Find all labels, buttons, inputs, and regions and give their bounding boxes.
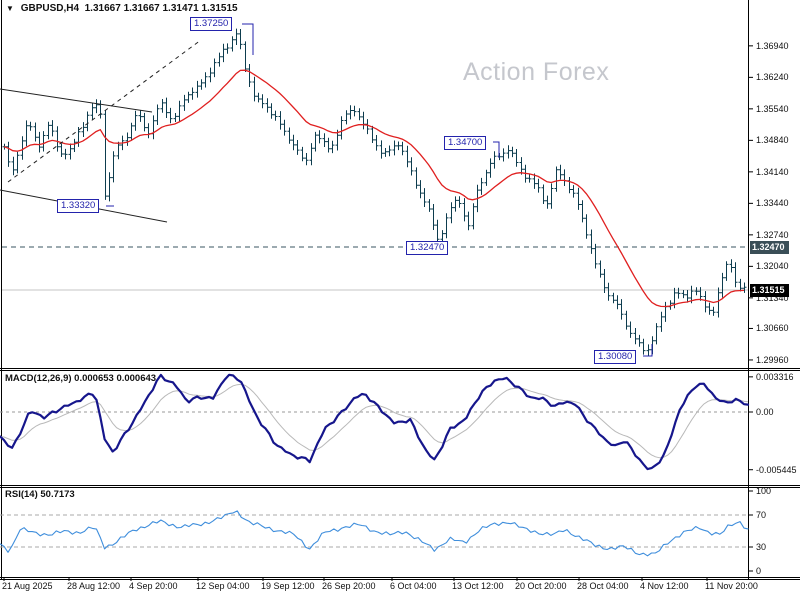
time-axis-label: 4 Nov 12:00 [640, 581, 689, 591]
time-axis-label: 26 Sep 20:00 [322, 581, 376, 591]
quote-open: 1.31667 [85, 3, 121, 14]
price-tag-connector [493, 142, 499, 158]
price-axis-label: 1.33440 [756, 198, 789, 208]
price-axis-label: 1.35540 [756, 104, 789, 114]
price-tag[interactable]: 1.30080 [594, 350, 636, 364]
macd-value: 0.000653 [74, 373, 114, 384]
price-tag[interactable]: 1.32470 [406, 241, 448, 255]
macd-signal-value: 0.000643 [116, 373, 156, 384]
time-axis-label: 12 Sep 04:00 [196, 581, 250, 591]
time-axis-label: 28 Aug 12:00 [67, 581, 120, 591]
chart-canvas[interactable] [0, 0, 800, 600]
time-axis-label: 28 Oct 04:00 [577, 581, 629, 591]
macd-name: MACD(12,26,9) [5, 373, 72, 384]
rsi-name: RSI(14) [5, 489, 38, 500]
rsi-value: 50.7173 [40, 489, 74, 500]
moving-average-line [4, 70, 744, 306]
indicator-axis-label: 0 [756, 566, 761, 576]
time-axis-label: 20 Oct 20:00 [515, 581, 567, 591]
chart-collapse-icon[interactable]: ▼ [6, 4, 14, 13]
price-bars-openclose-ticks [3, 34, 747, 351]
indicator-axis-label: 70 [756, 510, 766, 520]
indicator-axis-label: 30 [756, 542, 766, 552]
price-bars-series [5, 29, 745, 356]
indicator-axis-label: 0.00 [756, 407, 774, 417]
time-axis-label: 19 Sep 12:00 [261, 581, 315, 591]
rising-dashed-trendline [8, 40, 201, 182]
price-axis-label: 1.36240 [756, 72, 789, 82]
macd-label: MACD(12,26,9) 0.000653 0.000643 [5, 373, 156, 384]
price-axis-badge: 1.31515 [750, 284, 789, 297]
price-axis-badge: 1.32470 [750, 241, 789, 254]
rsi-line [0, 511, 748, 556]
quote-high: 1.31667 [124, 3, 160, 14]
time-axis-label: 6 Oct 04:00 [390, 581, 437, 591]
price-tag-connector [242, 24, 253, 55]
time-axis-label: 13 Oct 12:00 [452, 581, 504, 591]
time-axis-label: 4 Sep 20:00 [129, 581, 178, 591]
symbol-name: GBPUSD,H4 [21, 3, 79, 14]
price-tag[interactable]: 1.37250 [190, 17, 232, 31]
time-axis-label: 11 Nov 20:00 [705, 581, 758, 591]
quote-close: 1.31515 [201, 3, 237, 14]
chart-title: ▼ GBPUSD,H4 1.31667 1.31667 1.31471 1.31… [6, 3, 238, 14]
price-axis-label: 1.30660 [756, 323, 789, 333]
price-tag[interactable]: 1.34700 [444, 136, 486, 150]
price-tag[interactable]: 1.33320 [57, 199, 99, 213]
indicator-axis-label: 0.003316 [756, 372, 794, 382]
price-axis-label: 1.36940 [756, 41, 789, 51]
price-axis-label: 1.34840 [756, 135, 789, 145]
indicator-axis-label: -0.005445 [756, 465, 797, 475]
chart-window: Action Forex ▼ GBPUSD,H4 1.31667 1.31667… [0, 0, 800, 600]
falling-channel-trendline [0, 89, 152, 112]
indicator-axis-label: 100 [756, 486, 771, 496]
rsi-label: RSI(14) 50.7173 [5, 489, 75, 500]
quote-low: 1.31471 [163, 3, 199, 14]
price-axis-label: 1.29960 [756, 355, 789, 365]
price-axis-label: 1.32040 [756, 261, 789, 271]
macd-signal-line [0, 384, 748, 458]
price-axis-label: 1.32740 [756, 230, 789, 240]
time-axis-label: 21 Aug 2025 [2, 581, 53, 591]
price-axis-label: 1.34140 [756, 167, 789, 177]
